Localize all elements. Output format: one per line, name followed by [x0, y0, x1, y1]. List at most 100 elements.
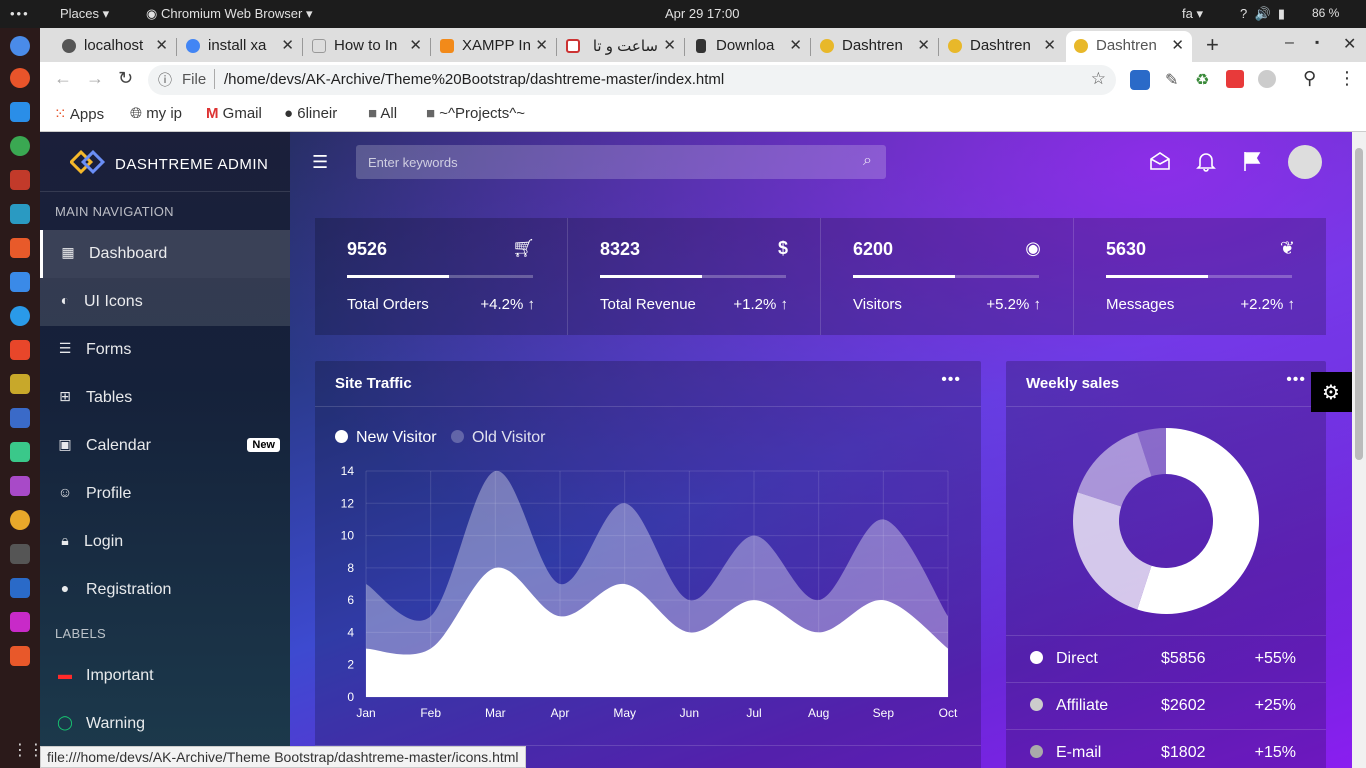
tab[interactable]: install xa ✕	[178, 31, 302, 62]
graphics-icon[interactable]	[10, 612, 30, 632]
recycle-icon[interactable]: ♻	[1195, 70, 1215, 90]
bookmark-folder-all[interactable]: ■ All	[368, 105, 397, 122]
address-toolbar: ← → ↻ ⓘ File /home/devs/AK-Archive/Theme…	[40, 62, 1366, 98]
telegram-icon[interactable]	[10, 306, 30, 326]
tray-icons[interactable]: ? 🔊 ▮	[1240, 6, 1285, 22]
app-menu[interactable]: ◉ Chromium Web Browser ▾	[146, 6, 312, 22]
bookmark-folder-projects[interactable]: ■ ~^Projects^~	[426, 105, 525, 122]
more-options-icon[interactable]: •••	[1286, 371, 1306, 389]
extension-pl-icon[interactable]	[1130, 70, 1150, 90]
sidebar-item-login[interactable]: 🔒︎ Login	[40, 518, 290, 566]
settings-icon[interactable]	[10, 510, 30, 530]
close-tab-icon[interactable]: ✕	[281, 36, 294, 54]
bookmark-apps[interactable]: ⁙ Apps	[54, 105, 104, 123]
info-icon[interactable]: ⓘ	[158, 70, 172, 90]
page-scrollbar[interactable]	[1352, 132, 1366, 768]
clock[interactable]: Apr 29 17:00	[665, 6, 739, 21]
tab[interactable]: Dashtren ✕	[940, 31, 1064, 62]
donut-slice-email	[1077, 432, 1152, 507]
sidebar-item-profile[interactable]: ☺ Profile	[40, 470, 290, 518]
legend-old-visitor[interactable]: Old Visitor	[451, 429, 546, 447]
minimize-icon[interactable]: –	[1285, 34, 1294, 52]
tab[interactable]: How to In ✕	[304, 31, 430, 62]
close-tab-icon[interactable]: ✕	[1043, 36, 1056, 54]
search-input[interactable]	[356, 145, 846, 179]
tab-active[interactable]: Dashtren ✕	[1066, 31, 1192, 62]
bookmark-6lineir[interactable]: ● 6lineir	[284, 105, 337, 122]
sidebar-item-calendar[interactable]: ▣ Calendar New	[40, 422, 290, 470]
sidebar-item-forms[interactable]: ☰ Forms	[40, 326, 290, 374]
tab[interactable]: Dashtren ✕	[812, 31, 938, 62]
close-window-icon[interactable]: ✕	[1343, 34, 1356, 54]
sidebar-item-tables[interactable]: ⊞ Tables	[40, 374, 290, 422]
omnibox[interactable]: ⓘ File /home/devs/AK-Archive/Theme%20Boo…	[148, 65, 1116, 95]
sidebar-item-registration[interactable]: ● Registration	[40, 566, 290, 614]
language-indicator[interactable]: fa ▾	[1182, 6, 1203, 22]
terminal-icon[interactable]	[10, 170, 30, 190]
extension-red-icon[interactable]	[1226, 70, 1244, 88]
back-icon[interactable]: ←	[54, 68, 72, 89]
xampp-icon[interactable]	[10, 646, 30, 666]
user-avatar[interactable]	[1288, 145, 1322, 179]
vpn-icon[interactable]: ⚲	[1303, 68, 1316, 89]
tab[interactable]: localhost ✕	[54, 31, 176, 62]
package-icon[interactable]	[10, 476, 30, 496]
mail-icon[interactable]	[10, 272, 30, 292]
close-tab-icon[interactable]: ✕	[917, 36, 930, 54]
chromium-icon[interactable]	[10, 36, 30, 56]
reload-icon[interactable]: ↻	[118, 68, 133, 89]
browser-icon[interactable]	[10, 136, 30, 156]
vscode-icon[interactable]	[10, 102, 30, 122]
bell-icon[interactable]	[1195, 150, 1217, 172]
flag-icon[interactable]	[1241, 150, 1263, 172]
hamburger-menu-icon[interactable]: ☰	[312, 152, 328, 173]
activities-dots-icon[interactable]: •••	[10, 6, 30, 21]
close-tab-icon[interactable]: ✕	[663, 36, 676, 54]
files-icon[interactable]	[10, 238, 30, 258]
close-tab-icon[interactable]: ✕	[535, 36, 548, 54]
y-tick-label: 0	[347, 690, 354, 704]
url-text[interactable]: /home/devs/AK-Archive/Theme%20Bootstrap/…	[224, 71, 724, 88]
extension-grey-icon[interactable]	[1258, 70, 1276, 88]
new-tab-icon[interactable]: +	[1206, 32, 1219, 58]
brand[interactable]: DASHTREME ADMIN	[40, 132, 290, 192]
legend-new-visitor[interactable]: New Visitor	[335, 429, 437, 447]
forward-icon[interactable]: →	[86, 68, 104, 89]
more-options-icon[interactable]: •••	[941, 371, 961, 389]
app-grid-icon[interactable]	[10, 442, 30, 462]
tab[interactable]: ساعت و تا ✕	[558, 31, 684, 62]
eyedropper-icon[interactable]: ✎	[1165, 70, 1185, 90]
tool-icon[interactable]	[10, 544, 30, 564]
stat-change: +4.2% ↑	[480, 296, 535, 313]
maximize-icon[interactable]: ▪	[1315, 35, 1319, 49]
eye-icon: ◉	[1025, 238, 1041, 258]
close-tab-icon[interactable]: ✕	[409, 36, 422, 54]
theme-settings-toggle[interactable]: ⚙	[1311, 372, 1352, 412]
x-tick-label: Jan	[356, 706, 375, 720]
document-icon[interactable]	[10, 408, 30, 428]
close-tab-icon[interactable]: ✕	[155, 36, 168, 54]
bookmark-my-ip[interactable]: 🌐︎ my ip	[130, 105, 182, 122]
terminal-alt-icon[interactable]	[10, 204, 30, 224]
tab-divider	[938, 38, 939, 56]
tab[interactable]: XAMPP In ✕	[432, 31, 556, 62]
firefox-icon[interactable]	[10, 68, 30, 88]
menu-kebab-icon[interactable]: ⋮	[1338, 68, 1356, 89]
envelope-open-icon[interactable]	[1149, 150, 1171, 172]
bookmark-star-icon[interactable]: ☆	[1091, 69, 1106, 89]
search-icon[interactable]: ⌕	[863, 152, 872, 170]
monitor-icon[interactable]	[10, 578, 30, 598]
close-tab-icon[interactable]: ✕	[1171, 36, 1184, 54]
editor-icon[interactable]	[10, 374, 30, 394]
sidebar-item-ui-icons[interactable]: ◐ UI Icons	[40, 278, 290, 326]
tab[interactable]: Downloa ✕	[686, 31, 810, 62]
music-icon[interactable]	[10, 340, 30, 360]
sidebar-label-warning[interactable]: ◯ Warning	[40, 700, 290, 748]
sidebar-item-dashboard[interactable]: ▦ Dashboard	[40, 230, 290, 278]
bookmark-gmail[interactable]: M Gmail	[206, 105, 262, 122]
sidebar-item-label: Forms	[86, 341, 132, 358]
places-menu[interactable]: Places ▾	[60, 6, 109, 22]
scrollbar-thumb[interactable]	[1355, 148, 1363, 460]
sidebar-label-important[interactable]: ▬ Important	[40, 652, 290, 700]
close-tab-icon[interactable]: ✕	[789, 36, 802, 54]
